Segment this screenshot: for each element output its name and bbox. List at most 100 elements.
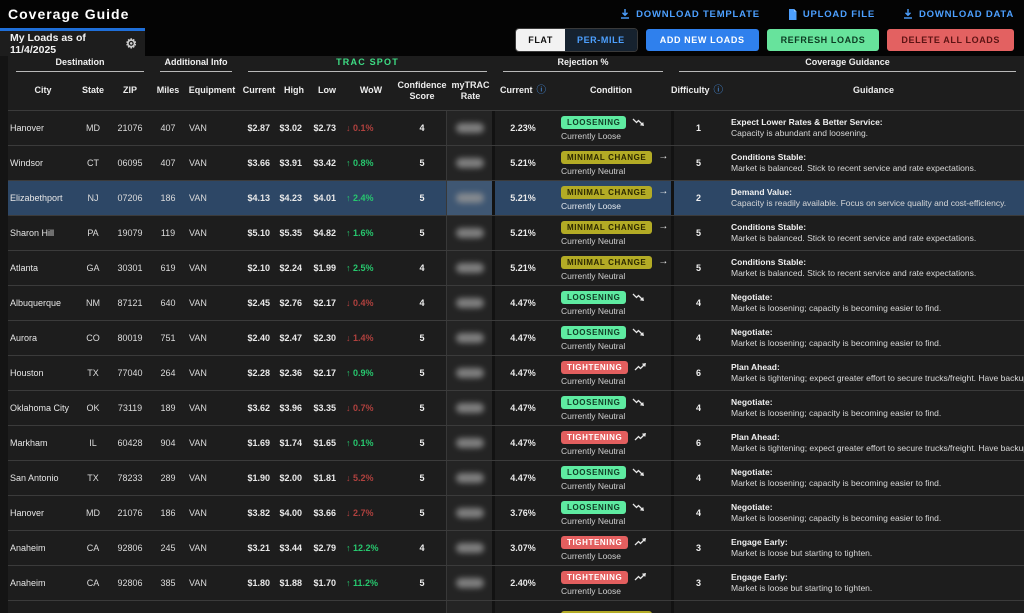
info-icon[interactable]: ⓘ	[537, 85, 547, 97]
refresh-loads-button[interactable]: REFRESH LOADS	[767, 29, 880, 51]
table-row[interactable]: AtlantaGA30301619VAN$2.10$2.24$1.99↑ 2.5…	[8, 250, 1024, 285]
guidance-title: Conditions Stable:	[731, 152, 1024, 163]
cell-state: TX	[78, 473, 108, 483]
table-row[interactable]: AlbuquerqueNM87121640VAN$2.45$2.76$2.17↓…	[8, 285, 1024, 320]
cell-confidence-score: 4	[398, 123, 446, 133]
condition-badge: TIGHTENING	[561, 431, 628, 444]
delete-all-loads-button[interactable]: DELETE ALL LOADS	[887, 29, 1014, 51]
gear-icon[interactable]: ⚙	[125, 37, 137, 50]
cell-condition: TIGHTENINGCurrently Neutral	[551, 361, 671, 386]
cell-spot-current: $3.82	[240, 508, 278, 518]
table-row[interactable]: AnaheimCA92806385VAN$1.80$1.88$1.70↑ 11.…	[8, 565, 1024, 600]
guidance-text: Capacity is readily available. Focus on …	[731, 198, 1024, 209]
table-row[interactable]: ElizabethportNJ07206186VAN$4.13$4.23$4.0…	[8, 180, 1024, 215]
table-row[interactable]: HoustonTX77040264VAN$2.28$2.36$2.17↑ 0.9…	[8, 355, 1024, 390]
col-city[interactable]: City	[8, 85, 78, 96]
cell-mytrac-rate	[446, 181, 495, 215]
cell-wow: ↑ 0.9%	[344, 368, 398, 378]
cell-spot-high: $4.00	[278, 508, 310, 518]
wow-arrow-icon: ↑	[346, 438, 353, 448]
trend-down-icon	[632, 117, 645, 127]
table-row[interactable]: MINIMAL CHANGE→Demand Value:	[8, 600, 1024, 613]
cell-spot-current: $4.13	[240, 193, 278, 203]
table-row[interactable]: HanoverMD21076186VAN$3.82$4.00$3.66↓ 2.7…	[8, 495, 1024, 530]
col-guidance[interactable]: Guidance	[723, 85, 1024, 96]
col-mytrac-rate[interactable]: myTRAC Rate	[446, 80, 495, 103]
col-spot-high[interactable]: High	[278, 85, 310, 96]
col-state[interactable]: State	[78, 85, 108, 96]
cell-rejection-current: 4.47%	[495, 368, 551, 378]
guidance-title: Negotiate:	[731, 327, 1024, 338]
cell-zip: 21076	[108, 508, 152, 518]
cell-rejection-current: 4.47%	[495, 333, 551, 343]
table-row[interactable]: AnaheimCA92806245VAN$3.21$3.44$2.79↑ 12.…	[8, 530, 1024, 565]
download-data-link[interactable]: DOWNLOAD DATA	[903, 9, 1014, 20]
download-icon	[620, 9, 630, 19]
cell-mytrac-rate	[446, 531, 495, 565]
group-destination: Destination	[16, 57, 144, 72]
upload-file-link[interactable]: UPLOAD FILE	[788, 9, 875, 20]
info-icon[interactable]: ⓘ	[714, 85, 724, 97]
condition-status: Currently Neutral	[561, 411, 671, 421]
add-new-loads-button[interactable]: ADD NEW LOADS	[646, 29, 759, 51]
guidance-title: Demand Value:	[731, 187, 1024, 198]
col-wow[interactable]: WoW	[344, 85, 398, 96]
col-rejection-current[interactable]: Current ⓘ	[495, 85, 551, 97]
cell-difficulty: 2	[671, 181, 723, 215]
cell-mytrac-rate	[446, 356, 495, 390]
cell-wow: ↓ 2.7%	[344, 508, 398, 518]
condition-status: Currently Loose	[561, 201, 671, 211]
upload-file-icon	[788, 9, 797, 20]
guidance-text: Market is loose but starting to tighten.	[731, 583, 1024, 594]
flat-toggle-button[interactable]: FLAT	[516, 29, 565, 51]
guidance-text: Market is loosening; capacity is becomin…	[731, 478, 1024, 489]
col-difficulty[interactable]: Difficulty ⓘ	[671, 85, 723, 97]
coverage-table: Destination Additional Info TRAC SPOT Re…	[8, 56, 1024, 613]
cell-spot-low: $2.17	[310, 298, 344, 308]
cell-spot-current: $5.10	[240, 228, 278, 238]
table-row[interactable]: MarkhamIL60428904VAN$1.69$1.74$1.65↑ 0.1…	[8, 425, 1024, 460]
cell-confidence-score: 5	[398, 333, 446, 343]
guidance-text: Market is balanced. Stick to recent serv…	[731, 268, 1024, 279]
cell-guidance: Conditions Stable:Market is balanced. St…	[723, 152, 1024, 175]
cell-spot-low: $2.17	[310, 368, 344, 378]
col-confidence-score[interactable]: Confidence Score	[398, 80, 446, 103]
cell-rejection-current: 3.07%	[495, 543, 551, 553]
table-row[interactable]: Sharon HillPA19079119VAN$5.10$5.35$4.82↑…	[8, 215, 1024, 250]
table-row[interactable]: HanoverMD21076407VAN$2.87$3.02$2.73↓ 0.1…	[8, 110, 1024, 145]
cell-miles: 289	[152, 473, 184, 483]
trend-down-icon	[632, 502, 645, 512]
col-condition[interactable]: Condition	[551, 85, 671, 96]
cell-rejection-current: 5.21%	[495, 193, 551, 203]
cell-difficulty: 1	[671, 111, 723, 145]
download-template-link[interactable]: DOWNLOAD TEMPLATE	[620, 9, 760, 20]
condition-status: Currently Neutral	[561, 446, 671, 456]
cell-miles: 407	[152, 123, 184, 133]
table-row[interactable]: WindsorCT06095407VAN$3.66$3.91$3.42↑ 0.8…	[8, 145, 1024, 180]
cell-spot-high: $2.36	[278, 368, 310, 378]
cell-equipment: VAN	[184, 403, 240, 413]
cell-difficulty	[671, 601, 723, 613]
col-spot-current[interactable]: Current	[240, 85, 278, 96]
cell-equipment: VAN	[184, 508, 240, 518]
per-mile-toggle-button[interactable]: PER-MILE	[565, 29, 637, 51]
col-equipment[interactable]: Equipment	[184, 85, 240, 96]
cell-spot-low: $4.01	[310, 193, 344, 203]
col-spot-low[interactable]: Low	[310, 85, 344, 96]
col-zip[interactable]: ZIP	[108, 85, 152, 96]
cell-guidance: Negotiate:Market is loosening; capacity …	[723, 327, 1024, 350]
table-row[interactable]: Oklahoma CityOK73119189VAN$3.62$3.96$3.3…	[8, 390, 1024, 425]
table-body: HanoverMD21076407VAN$2.87$3.02$2.73↓ 0.1…	[8, 110, 1024, 613]
table-row[interactable]: San AntonioTX78233289VAN$1.90$2.00$1.81↓…	[8, 460, 1024, 495]
blurred-rate	[456, 403, 484, 413]
cell-spot-current: $1.80	[240, 578, 278, 588]
cell-spot-current: $2.45	[240, 298, 278, 308]
cell-state: TX	[78, 368, 108, 378]
col-miles[interactable]: Miles	[152, 85, 184, 96]
tab-my-loads[interactable]: My Loads as of 11/4/2025 ⚙	[0, 28, 145, 56]
trend-flat-icon: →	[658, 152, 668, 162]
guidance-text: Market is loose but starting to tighten.	[731, 548, 1024, 559]
toolbar-actions: FLAT PER-MILE ADD NEW LOADS REFRESH LOAD…	[515, 28, 1024, 56]
cell-confidence-score: 4	[398, 543, 446, 553]
table-row[interactable]: AuroraCO80019751VAN$2.40$2.47$2.30↓ 1.4%…	[8, 320, 1024, 355]
